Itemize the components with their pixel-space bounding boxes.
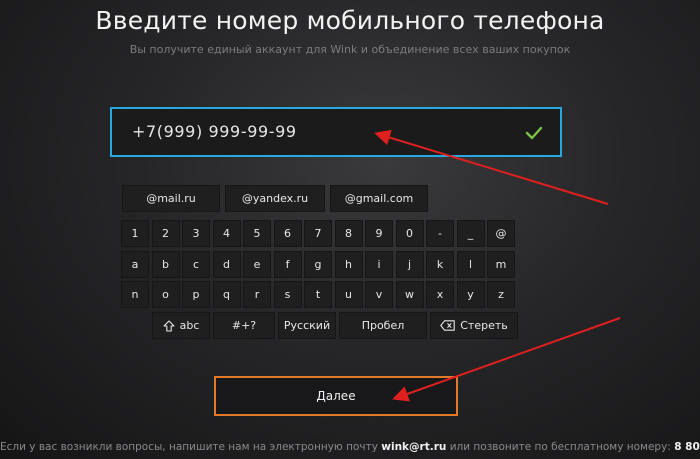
footer-phone: 8 800 510 510 8 [674, 441, 700, 453]
space-key[interactable]: Пробел [339, 312, 427, 339]
key-row3-12[interactable]: z [487, 281, 515, 308]
check-icon [525, 126, 543, 140]
key-row3-0[interactable]: n [121, 281, 149, 308]
key-row2-0[interactable]: a [121, 251, 149, 278]
shift-icon [163, 319, 175, 332]
key-row2-5[interactable]: f [273, 251, 302, 278]
page-title: Введите номер мобильного телефона [95, 6, 605, 35]
key-row3-4[interactable]: r [243, 281, 271, 308]
next-button[interactable]: Далее [214, 376, 458, 416]
key-row1-1[interactable]: 2 [151, 220, 180, 247]
key-row1-0[interactable]: 1 [121, 220, 149, 247]
phone-input[interactable]: +7(999) 999-99-99 [110, 107, 562, 157]
key-row2-9[interactable]: j [395, 251, 424, 278]
key-row2-10[interactable]: k [426, 251, 454, 278]
footer-help-text: Если у вас возникли вопросы, напишите на… [0, 441, 700, 453]
key-row2-11[interactable]: l [456, 251, 485, 278]
key-row2-6[interactable]: g [304, 251, 332, 278]
key-row1-5[interactable]: 6 [273, 220, 302, 247]
page-subtitle: Вы получите единый аккаунт для Wink и об… [129, 43, 571, 56]
key-row3-7[interactable]: u [334, 281, 363, 308]
key-row2-4[interactable]: e [243, 251, 271, 278]
domain-key-gmail[interactable]: @gmail.com [330, 185, 428, 212]
key-row1-4[interactable]: 5 [243, 220, 271, 247]
key-row1-8[interactable]: 9 [365, 220, 393, 247]
footer-middle: или позвоните по бесплатному номеру: [449, 441, 671, 453]
footer-prefix: Если у вас возникли вопросы, напишите на… [0, 441, 378, 453]
key-row1-2[interactable]: 3 [182, 220, 210, 247]
shift-label: abc [179, 319, 200, 332]
key-row1-9[interactable]: 0 [395, 220, 424, 247]
key-row3-2[interactable]: p [182, 281, 210, 308]
key-row3-1[interactable]: o [151, 281, 180, 308]
key-row1-11[interactable]: _ [456, 220, 485, 247]
key-row3-9[interactable]: w [395, 281, 424, 308]
backspace-key[interactable]: Стереть [430, 312, 518, 339]
key-row3-10[interactable]: x [426, 281, 454, 308]
key-row3-3[interactable]: q [212, 281, 241, 308]
key-row3-8[interactable]: v [365, 281, 393, 308]
key-row3-6[interactable]: t [304, 281, 332, 308]
key-row1-7[interactable]: 8 [334, 220, 363, 247]
domain-key-mail[interactable]: @mail.ru [122, 185, 220, 212]
domain-key-yandex[interactable]: @yandex.ru [225, 185, 325, 212]
key-row2-8[interactable]: i [365, 251, 393, 278]
key-row2-12[interactable]: m [487, 251, 515, 278]
key-row2-2[interactable]: c [182, 251, 210, 278]
shift-key[interactable]: abc [152, 312, 210, 339]
key-row2-7[interactable]: h [334, 251, 363, 278]
backspace-icon [440, 320, 455, 331]
phone-value: +7(999) 999-99-99 [132, 122, 297, 141]
key-row2-1[interactable]: b [151, 251, 180, 278]
key-row1-12[interactable]: @ [487, 220, 515, 247]
key-row1-10[interactable]: - [426, 220, 454, 247]
key-row1-3[interactable]: 4 [212, 220, 241, 247]
backspace-label: Стереть [460, 319, 508, 332]
symbols-key[interactable]: #+? [213, 312, 275, 339]
key-row2-3[interactable]: d [212, 251, 241, 278]
key-row3-11[interactable]: y [456, 281, 485, 308]
footer-email[interactable]: wink@rt.ru [381, 441, 446, 453]
language-key[interactable]: Русский [278, 312, 336, 339]
key-row1-6[interactable]: 7 [304, 220, 332, 247]
key-row3-5[interactable]: s [273, 281, 302, 308]
